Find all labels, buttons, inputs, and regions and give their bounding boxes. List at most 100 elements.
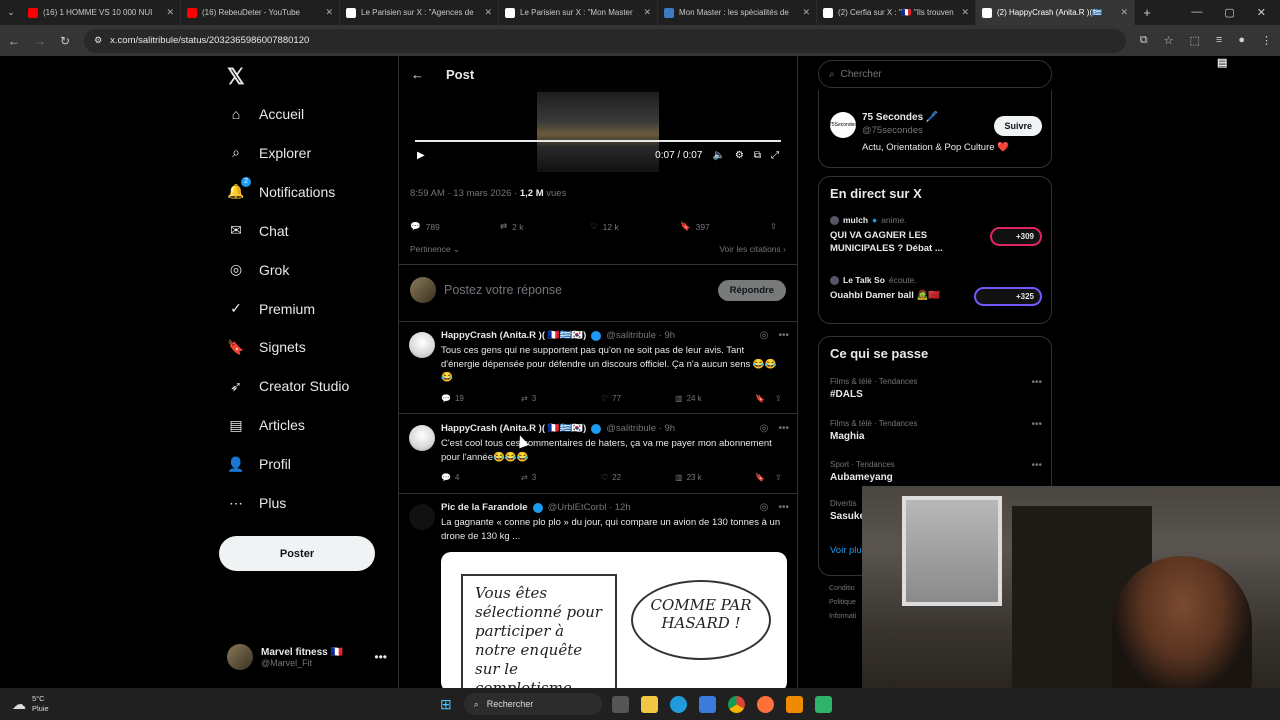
- follow-button[interactable]: Suivre: [994, 116, 1042, 136]
- footer-link[interactable]: Politique: [829, 596, 856, 610]
- nav-item-grok[interactable]: ◎ Grok: [227, 257, 289, 283]
- avatar[interactable]: [409, 332, 435, 358]
- more-icon[interactable]: •••: [778, 502, 789, 513]
- browser-tab[interactable]: (2) HappyCrash (Anita.R )(🇬🇷 ✕: [976, 0, 1135, 25]
- share-icon[interactable]: ⇪: [770, 221, 777, 232]
- cast-icon[interactable]: ⧉: [1140, 34, 1148, 47]
- like-action[interactable]: ♡ 12 k: [590, 221, 680, 232]
- file-explorer-icon[interactable]: [640, 695, 658, 713]
- more-icon[interactable]: •••: [374, 650, 387, 664]
- nav-item-signets[interactable]: 🔖 Signets: [227, 334, 305, 360]
- play-icon[interactable]: ▶: [417, 150, 425, 161]
- reload-icon[interactable]: ↻: [60, 34, 70, 48]
- edge-icon[interactable]: [669, 695, 687, 713]
- browser-tab[interactable]: (2) Cerfia sur X : "🇫🇷 "Ils trouven ✕: [817, 0, 976, 25]
- repost-action[interactable]: ⇄ 2 k: [500, 221, 590, 232]
- trend-item[interactable]: Films & télé · Tendances Maghia •••: [830, 419, 1042, 442]
- browser-tab[interactable]: Le Parisien sur X : "Mon Master ✕: [499, 0, 658, 25]
- site-info-icon[interactable]: ⚙: [94, 35, 102, 46]
- nav-item-notifications[interactable]: 🔔 2 Notifications: [227, 176, 335, 205]
- tab-search-icon[interactable]: ⌄: [0, 7, 22, 18]
- new-tab-button[interactable]: +: [1135, 5, 1159, 20]
- browser-menu-icon[interactable]: ⋮: [1261, 34, 1272, 47]
- minimize-icon[interactable]: —: [1191, 6, 1202, 19]
- close-tab-icon[interactable]: ✕: [643, 7, 651, 18]
- views-action[interactable]: ▥ 24 k: [675, 394, 755, 403]
- nav-item-profil[interactable]: 👤 Profil: [227, 451, 291, 477]
- close-tab-icon[interactable]: ✕: [166, 7, 174, 18]
- more-icon[interactable]: •••: [778, 423, 789, 434]
- nav-item-creator-studio[interactable]: ➶ Creator Studio: [227, 373, 349, 399]
- tweet-image[interactable]: Vous êtes sélectionné pour participer à …: [441, 552, 787, 688]
- grok-icon[interactable]: ◎: [760, 502, 769, 513]
- nav-item-premium[interactable]: ✓ Premium: [227, 296, 315, 322]
- grok-icon[interactable]: ◎: [760, 330, 769, 341]
- x-logo-icon[interactable]: 𝕏: [227, 64, 245, 90]
- more-icon[interactable]: •••: [1031, 460, 1042, 471]
- author-name[interactable]: Pic de la Farandole: [441, 502, 528, 513]
- task-view-icon[interactable]: [611, 695, 629, 713]
- sort-dropdown[interactable]: Pertinence ⌄: [410, 244, 460, 255]
- close-window-icon[interactable]: ✕: [1257, 6, 1266, 19]
- close-tab-icon[interactable]: ✕: [802, 7, 810, 18]
- trend-item[interactable]: Films & télé · Tendances #DALS •••: [830, 377, 1042, 400]
- browser-tab[interactable]: Mon Master : les spécialités de ✕: [658, 0, 817, 25]
- bookmark-action[interactable]: 🔖 397: [680, 221, 770, 232]
- search-input[interactable]: ⌕ Chercher: [818, 60, 1052, 88]
- author-handle[interactable]: @UrblEtCorbl · 12h: [548, 502, 631, 513]
- pip-icon[interactable]: ⧉: [754, 150, 761, 161]
- volume-icon[interactable]: 🔈: [712, 150, 724, 161]
- post-date[interactable]: 8:59 AM · 13 mars 2026 ·: [410, 188, 520, 199]
- nav-item-articles[interactable]: ▤ Articles: [227, 412, 305, 438]
- reply-action[interactable]: 💬 4: [441, 473, 521, 482]
- reply-action[interactable]: 💬 789: [410, 221, 500, 232]
- author-handle[interactable]: @salitribule · 9h: [606, 330, 675, 341]
- more-icon[interactable]: •••: [1031, 419, 1042, 430]
- settings-icon[interactable]: ⚙: [735, 150, 744, 161]
- trend-item[interactable]: Sport · Tendances Aubameyang •••: [830, 460, 1042, 483]
- author-name[interactable]: HappyCrash (Anita.R )( 🇫🇷🇬🇷🇰🇷): [441, 423, 586, 434]
- live-item[interactable]: mulch ● anime. QUI VA GAGNER LES MUNICIPAL…: [830, 215, 1042, 255]
- nav-item-plus[interactable]: ⋯ Plus: [227, 490, 286, 516]
- weather-widget[interactable]: ☁ 5°C Pluie: [0, 694, 440, 714]
- windows-start-icon[interactable]: ⊞: [440, 696, 452, 713]
- browser-tab[interactable]: Le Parisien sur X : "Agences de ✕: [340, 0, 499, 25]
- star-icon[interactable]: ☆: [1164, 34, 1174, 47]
- author-handle[interactable]: @salitribule · 9h: [606, 423, 675, 434]
- close-tab-icon[interactable]: ✕: [484, 7, 492, 18]
- repost-action[interactable]: ⇄ 3: [521, 473, 601, 482]
- taskbar-search[interactable]: ⌕ Rechercher: [463, 693, 602, 715]
- back-icon[interactable]: ←: [8, 34, 20, 48]
- store-icon[interactable]: [698, 695, 716, 713]
- repost-action[interactable]: ⇄ 3: [521, 394, 601, 403]
- chrome-icon[interactable]: [727, 695, 745, 713]
- profile-icon[interactable]: ●: [1238, 34, 1245, 47]
- url-field[interactable]: ⚙ x.com/salitribule/status/2032365986007…: [84, 28, 1126, 53]
- vlc-icon[interactable]: [785, 695, 803, 713]
- avatar[interactable]: [409, 504, 435, 530]
- like-action[interactable]: ♡ 77: [601, 394, 675, 403]
- reader-icon[interactable]: ▤: [1217, 56, 1280, 69]
- share-icon[interactable]: ⇪: [775, 473, 782, 482]
- fullscreen-icon[interactable]: ⤢: [771, 150, 779, 161]
- app-icon[interactable]: [814, 695, 832, 713]
- like-action[interactable]: ♡ 22: [601, 473, 675, 482]
- more-icon[interactable]: •••: [1031, 377, 1042, 388]
- nav-item-explorer[interactable]: ⌕ Explorer: [227, 140, 311, 166]
- views-action[interactable]: ▥ 23 k: [675, 473, 755, 482]
- video-progress-bar[interactable]: [415, 140, 781, 142]
- live-item[interactable]: Le Talk So écoute. Ouahbi Damer ball 🧟🇲🇦 …: [830, 275, 1042, 306]
- video-player[interactable]: ▶ 0:07 / 0:07 🔈 ⚙ ⧉ ⤢: [409, 84, 787, 176]
- bookmark-icon[interactable]: 🔖: [755, 473, 775, 482]
- nav-item-accueil[interactable]: ⌂ Accueil: [227, 101, 304, 127]
- avatar[interactable]: [409, 425, 435, 451]
- post-button[interactable]: Poster: [219, 536, 375, 571]
- extensions-icon[interactable]: ⬚: [1190, 34, 1200, 47]
- see-more-link[interactable]: Voir plu: [830, 545, 862, 556]
- forward-icon[interactable]: →: [34, 34, 46, 48]
- footer-link[interactable]: Informati: [829, 610, 856, 624]
- more-icon[interactable]: •••: [778, 330, 789, 341]
- maximize-icon[interactable]: ▢: [1224, 6, 1234, 19]
- reply-action[interactable]: 💬 19: [441, 394, 521, 403]
- view-quotes-link[interactable]: Voir les citations ›: [719, 244, 786, 255]
